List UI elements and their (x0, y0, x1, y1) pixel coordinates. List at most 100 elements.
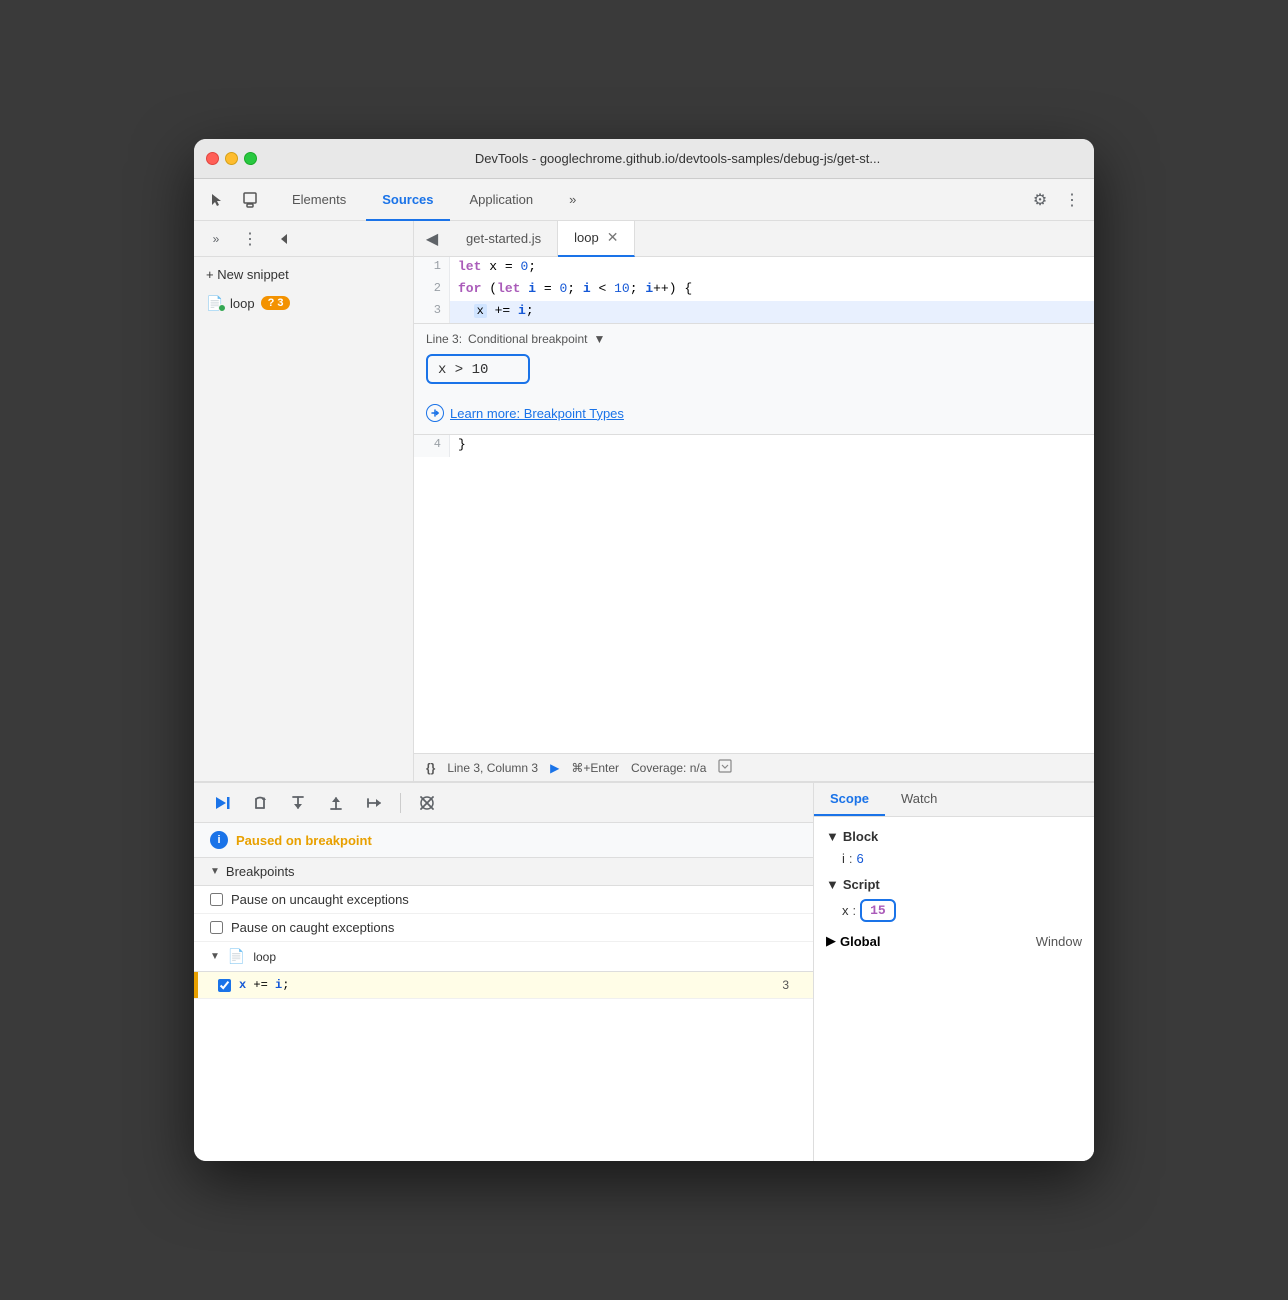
settings-icon[interactable]: ⚙ (1026, 186, 1054, 214)
debug-separator (400, 793, 401, 813)
editor-area: ◀ get-started.js loop ✕ 1 let x (414, 221, 1094, 781)
step-into-button[interactable] (282, 789, 314, 817)
breakpoint-list-item: x += i; 3 (194, 972, 813, 999)
device-icon[interactable] (236, 186, 264, 214)
scope-script-header[interactable]: ▼ Script (814, 873, 1094, 896)
pause-uncaught-label: Pause on uncaught exceptions (231, 892, 409, 907)
bp-line-label: Line 3: (426, 332, 462, 346)
scope-val-i: 6 (857, 851, 864, 866)
breakpoint-input-wrapper (426, 354, 530, 384)
sidebar-content: + New snippet 📄 loop ? 3 (194, 257, 413, 781)
breakpoint-condition-input[interactable] (438, 362, 518, 378)
bp-type-label: Conditional breakpoint (468, 332, 587, 346)
line-number-3: 3 (414, 301, 450, 323)
resume-button[interactable] (206, 789, 238, 817)
code-content-4: } (450, 435, 1094, 457)
breakpoint-code: x += i; (239, 978, 774, 992)
more-tabs-button[interactable]: » (553, 179, 592, 221)
link-circle-icon (426, 404, 444, 422)
scope-content: ▼ Block i : 6 ▼ Script (814, 817, 1094, 1161)
tab-sources[interactable]: Sources (366, 179, 449, 221)
scope-script-triangle: ▼ (826, 877, 839, 892)
bp-file-triangle-icon[interactable]: ▼ (210, 951, 220, 962)
pause-uncaught-row: Pause on uncaught exceptions (194, 886, 813, 914)
scope-global-value: Window (1036, 934, 1082, 949)
pause-uncaught-checkbox[interactable] (210, 893, 223, 906)
traffic-lights (206, 152, 257, 165)
position-text: Line 3, Column 3 (447, 761, 538, 775)
maximize-button[interactable] (244, 152, 257, 165)
new-snippet-button[interactable]: + New snippet (194, 261, 413, 288)
learn-more-link[interactable]: Learn more: Breakpoint Types (426, 404, 1082, 422)
line-number-4: 4 (414, 435, 450, 457)
breakpoints-label: Breakpoints (226, 864, 295, 879)
sidebar-toolbar: » ⋮ (194, 221, 413, 257)
close-tab-icon[interactable]: ✕ (607, 229, 619, 246)
step-out-button[interactable] (320, 789, 352, 817)
running-dot (218, 304, 226, 312)
line-number-1: 1 (414, 257, 450, 279)
file-tab-get-started[interactable]: get-started.js (450, 221, 558, 257)
window-title: DevTools - googlechrome.github.io/devtoo… (273, 151, 1082, 166)
pause-caught-checkbox[interactable] (210, 921, 223, 934)
scope-tab-watch[interactable]: Watch (885, 783, 953, 816)
code-line-1: 1 let x = 0; (414, 257, 1094, 279)
breakpoints-section-header[interactable]: ▼ Breakpoints (194, 858, 813, 886)
code-content-2: for (let i = 0; i < 10; i++) { (450, 279, 1094, 301)
scope-key-x: x (842, 903, 849, 918)
more-options-icon[interactable]: ⋮ (1058, 186, 1086, 214)
close-button[interactable] (206, 152, 219, 165)
scope-global-triangle[interactable]: ▶ (826, 933, 836, 949)
breakpoint-badge: ? 3 (261, 296, 291, 310)
bp-dropdown-arrow[interactable]: ▼ (593, 332, 605, 346)
breakpoint-header: Line 3: Conditional breakpoint ▼ (426, 332, 1082, 346)
titlebar: DevTools - googlechrome.github.io/devtoo… (194, 139, 1094, 179)
cursor-icon[interactable] (202, 186, 230, 214)
format-icon[interactable]: {} (426, 761, 435, 775)
breakpoint-checkbox[interactable] (218, 979, 231, 992)
x-highlight: x (474, 304, 487, 318)
back-file-icon[interactable]: ◀ (418, 225, 446, 253)
step-button[interactable] (358, 789, 390, 817)
minimize-button[interactable] (225, 152, 238, 165)
file-tabs: ◀ get-started.js loop ✕ (414, 221, 1094, 257)
bp-filename: loop (253, 950, 276, 964)
code-content-1: let x = 0; (450, 257, 1094, 279)
file-tab-loop[interactable]: loop ✕ (558, 221, 635, 257)
deactivate-breakpoints-button[interactable] (411, 789, 443, 817)
step-over-button[interactable] (244, 789, 276, 817)
back-nav-icon[interactable] (270, 225, 298, 253)
scope-tab-scope[interactable]: Scope (814, 783, 885, 816)
tab-elements[interactable]: Elements (276, 179, 362, 221)
scope-tabs: Scope Watch (814, 783, 1094, 817)
scope-script-section: ▼ Script x : 15 (814, 873, 1094, 925)
sidebar: » ⋮ + New snippet 📄 loop (194, 221, 414, 781)
tab-application[interactable]: Application (454, 179, 550, 221)
scope-panel: Scope Watch ▼ Block i (814, 783, 1094, 1161)
scope-entry-x: x : 15 (814, 896, 1094, 925)
coverage-dropdown-icon[interactable] (718, 759, 732, 776)
scope-global-row: ▶ Global Window (814, 929, 1094, 953)
breakpoint-line-number: 3 (782, 978, 789, 992)
pause-caught-label: Pause on caught exceptions (231, 920, 394, 935)
scope-val-x: 15 (860, 899, 896, 922)
debug-toolbar (194, 783, 813, 823)
file-name: loop (230, 296, 255, 311)
run-icon[interactable]: ▶ (550, 761, 559, 775)
expand-icon[interactable]: » (202, 225, 230, 253)
info-icon: i (210, 831, 228, 849)
scope-global-label: Global (840, 934, 880, 949)
file-item-loop[interactable]: 📄 loop ? 3 (194, 288, 413, 318)
triangle-icon: ▼ (210, 866, 220, 877)
scope-block-label: Block (843, 829, 878, 844)
sidebar-more-icon[interactable]: ⋮ (236, 225, 264, 253)
bp-file-icon: 📄 (228, 948, 245, 965)
scope-entry-i: i : 6 (814, 848, 1094, 869)
scope-block-triangle: ▼ (826, 829, 839, 844)
file-icon: 📄 (206, 294, 224, 312)
scope-global-section: ▶ Global Window (814, 929, 1094, 953)
top-tabbar: Elements Sources Application » ⚙ ⋮ (194, 179, 1094, 221)
paused-banner: i Paused on breakpoint (194, 823, 813, 858)
scope-block-header[interactable]: ▼ Block (814, 825, 1094, 848)
pause-caught-row: Pause on caught exceptions (194, 914, 813, 942)
